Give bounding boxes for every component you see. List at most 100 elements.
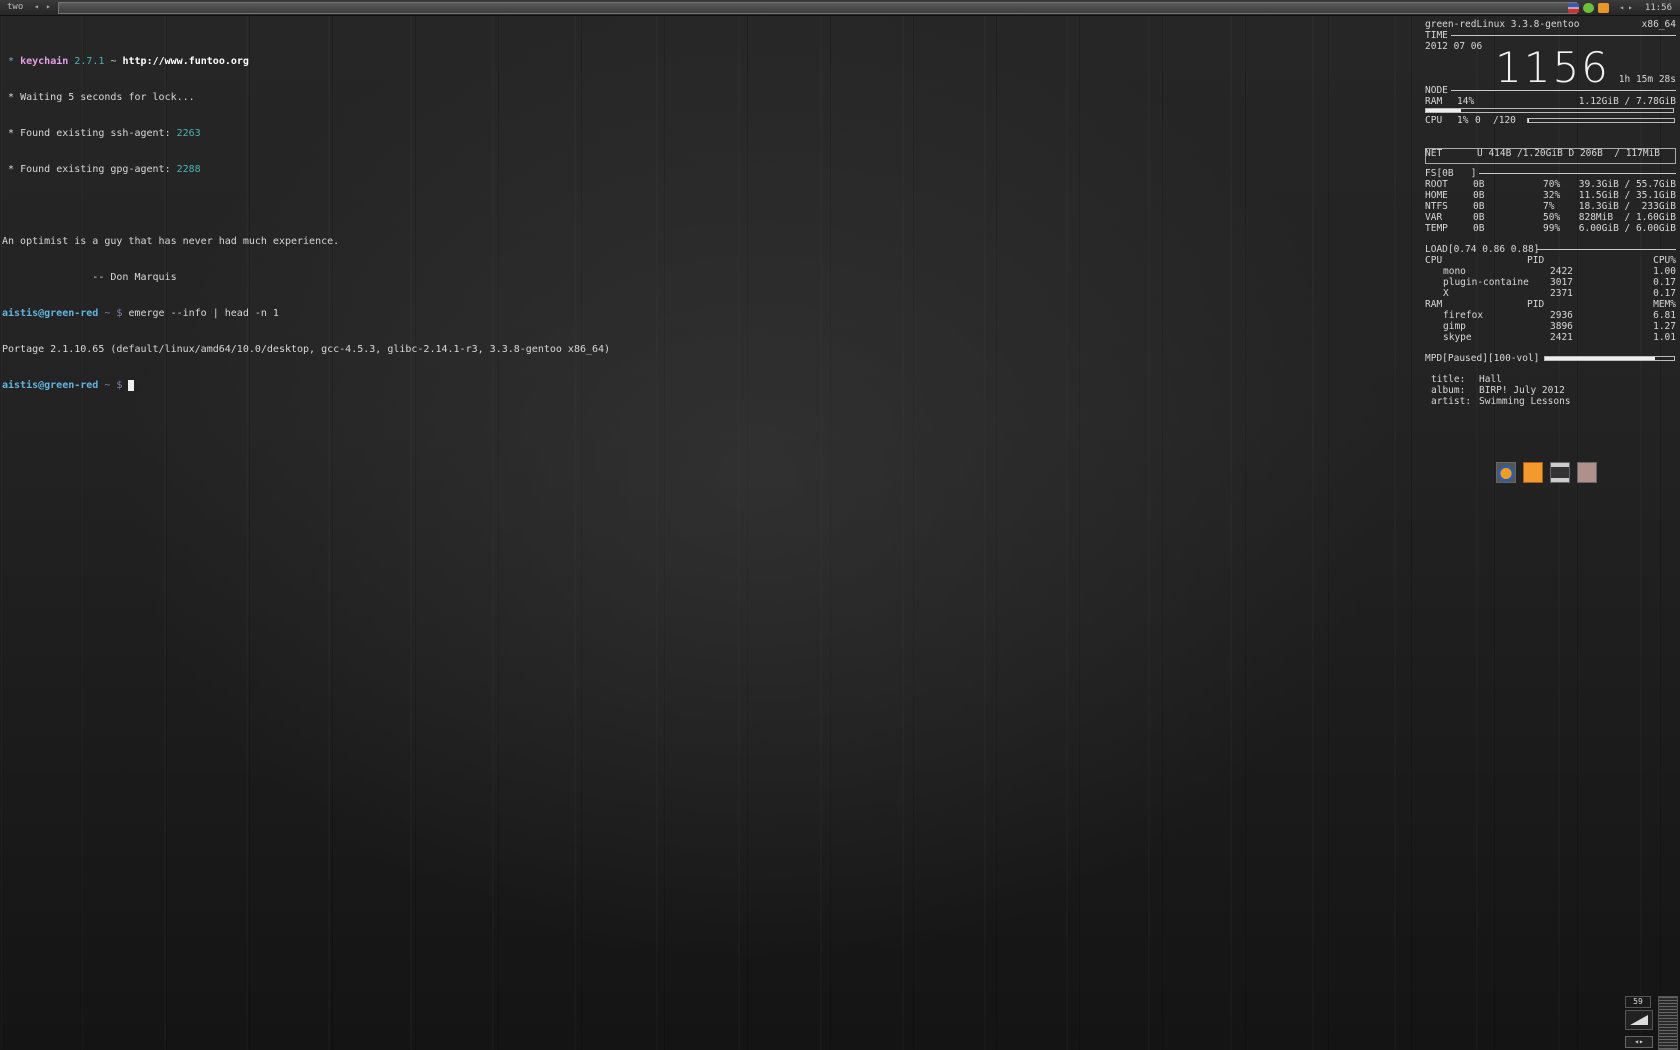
- fs-name: HOME: [1425, 190, 1448, 201]
- terminal-line: * Found existing gpg-agent: 2288: [8, 164, 201, 175]
- prev-workspace-arrow-icon[interactable]: ◂: [34, 1, 39, 13]
- terminal-line: * Found existing ssh-agent: 2263: [8, 128, 201, 139]
- process-pid: 3017: [1550, 277, 1573, 288]
- cpu-bar: [1527, 118, 1675, 123]
- fs-io: 0B: [1473, 212, 1485, 223]
- top-mem-list: firefox 2936 6.81 gimp 3896 1.27 skype 2421 1.01: [1425, 310, 1676, 343]
- process-pid: 2371: [1550, 288, 1573, 299]
- network-icon[interactable]: [1583, 2, 1595, 13]
- cpu-max: /120: [1493, 115, 1516, 126]
- panel-clock[interactable]: 11:56: [1645, 3, 1672, 13]
- fs-row: TEMP 0B 99% 6.00GiB / 6.00GiB: [1425, 223, 1676, 234]
- next-workspace-arrow-icon[interactable]: ▸: [46, 1, 51, 13]
- fs-percent: 70%: [1543, 179, 1561, 190]
- process-row: skype 2421 1.01: [1425, 332, 1676, 343]
- fs-io: 0B: [1473, 201, 1485, 212]
- pager-arrows-icon[interactable]: ◂▸: [1625, 1036, 1653, 1048]
- fs-io: 0B: [1473, 190, 1485, 201]
- process-value: 1.27: [1653, 321, 1676, 332]
- command-output: Portage 2.1.10.65 (default/linux/amd64/1…: [2, 344, 611, 355]
- track-value: Swimming Lessons: [1479, 396, 1571, 407]
- fs-name: VAR: [1425, 212, 1443, 223]
- track-key: artist:: [1431, 396, 1472, 407]
- keychain-name: keychain: [20, 56, 69, 67]
- fs-usage: 39.3GiB / 55.7GiB: [1578, 179, 1676, 190]
- conky-arch: x86_64: [1641, 19, 1676, 30]
- fs-label: FS[0B ]: [1425, 168, 1477, 179]
- track-value: Hall: [1479, 374, 1502, 385]
- keychain-url: http://www.funtoo.org: [122, 56, 249, 67]
- cpu-percent: 1%: [1457, 115, 1469, 126]
- track-value: BIRP! July 2012: [1479, 385, 1565, 396]
- fs-row: NTFS 0B 7% 18.3GiB / 233GiB: [1425, 201, 1676, 212]
- file-manager-icon[interactable]: [1577, 462, 1597, 483]
- fs-name: ROOT: [1425, 179, 1448, 190]
- tray-right-arrow-icon[interactable]: ▸: [1628, 2, 1633, 14]
- track-row: artist: Swimming Lessons: [1425, 396, 1676, 407]
- terminal-icon[interactable]: [1550, 462, 1570, 483]
- prompt-user: aistis@green-red: [2, 308, 99, 319]
- fs-usage: 6.00GiB / 6.00GiB: [1578, 223, 1676, 234]
- top-cpu-list: mono 2422 1.00 plugin-containe 3017 0.17 X 2371…: [1425, 266, 1676, 299]
- net-stats: U 414B /1.20GiB D 206B / 117MiB: [1477, 148, 1661, 159]
- process-value: 1.00: [1653, 266, 1676, 277]
- process-pid: 2421: [1550, 332, 1573, 343]
- fs-io: 0B: [1473, 179, 1485, 190]
- process-row: firefox 2936 6.81: [1425, 310, 1676, 321]
- fs-row: VAR 0B 50% 828MiB / 1.60GiB: [1425, 212, 1676, 223]
- workspace-tag[interactable]: two: [3, 1, 31, 13]
- system-tray: ◂ ▸ 11:56: [1568, 1, 1672, 14]
- prompt-user: aistis@green-red: [2, 380, 99, 391]
- scroll-handle[interactable]: [1658, 996, 1678, 1050]
- process-name: plugin-containe: [1443, 277, 1529, 288]
- process-row: X 2371 0.17: [1425, 288, 1676, 299]
- terminal-line: aistis@green-red ~ $: [2, 380, 1002, 392]
- process-value: 1.01: [1653, 332, 1676, 343]
- process-value: 0.17: [1653, 288, 1676, 299]
- fs-percent: 32%: [1543, 190, 1561, 201]
- process-pid: 3896: [1550, 321, 1573, 332]
- terminal[interactable]: * keychain 2.7.1 ~ http://www.funtoo.org…: [2, 32, 1002, 404]
- keychain-version: 2.7.1: [74, 56, 105, 67]
- orange-app-icon[interactable]: [1523, 462, 1543, 483]
- process-row: plugin-containe 3017 0.17: [1425, 277, 1676, 288]
- fs-percent: 7%: [1543, 201, 1555, 212]
- mpd-label: MPD[Paused][100-vol]: [1425, 353, 1540, 364]
- command-text: emerge --info | head -n 1: [128, 308, 279, 319]
- fortune-author: -- Don Marquis: [2, 272, 177, 283]
- ram-usage: 1.12GiB / 7.78GiB: [1578, 96, 1676, 107]
- window-title-bar[interactable]: [58, 2, 1577, 14]
- process-pid: 2422: [1550, 266, 1573, 277]
- terminal-line: * keychain 2.7.1 ~ http://www.funtoo.org: [8, 56, 249, 67]
- process-name: gimp: [1443, 321, 1466, 332]
- conky-monitor: green-redLinux 3.3.8-gentoo x86_64 TIME 2…: [1425, 19, 1676, 407]
- fs-usage: 18.3GiB / 233GiB: [1578, 201, 1676, 212]
- process-row: mono 2422 1.00: [1425, 266, 1676, 277]
- ssh-agent-pid: 2263: [176, 128, 201, 139]
- terminal-line: * Waiting 5 seconds for lock...: [8, 92, 195, 103]
- track-row: album: BIRP! July 2012: [1425, 385, 1676, 396]
- firefox-icon[interactable]: [1496, 462, 1516, 483]
- fs-row: ROOT 0B 70% 39.3GiB / 55.7GiB: [1425, 179, 1676, 190]
- corner-applet: 59 ◂▸: [1623, 996, 1680, 1050]
- volume-icon[interactable]: [1625, 1010, 1653, 1030]
- volume-level[interactable]: 59: [1625, 996, 1651, 1008]
- load-label: LOAD[0.74 0.86 0.88]: [1425, 244, 1540, 255]
- fs-name: NTFS: [1425, 201, 1448, 212]
- cpu-value: 0: [1475, 115, 1481, 126]
- process-name: skype: [1443, 332, 1472, 343]
- gpg-agent-pid: 2288: [176, 164, 201, 175]
- process-name: X: [1443, 288, 1449, 299]
- fs-name: TEMP: [1425, 223, 1448, 234]
- conky-host: green-redLinux 3.3.8-gentoo: [1425, 19, 1580, 30]
- time-label: TIME: [1425, 30, 1448, 41]
- volume-bar: [1544, 356, 1675, 361]
- launcher: [1496, 462, 1597, 483]
- mail-icon[interactable]: [1598, 2, 1610, 13]
- process-value: 6.81: [1653, 310, 1676, 321]
- top-panel: two ◂ ▸ ◂ ▸ 11:56: [0, 0, 1680, 16]
- us-flag-icon[interactable]: [1568, 2, 1580, 13]
- fs-io: 0B: [1473, 223, 1485, 234]
- process-value: 0.17: [1653, 277, 1676, 288]
- tray-left-arrow-icon[interactable]: ◂: [1619, 2, 1624, 14]
